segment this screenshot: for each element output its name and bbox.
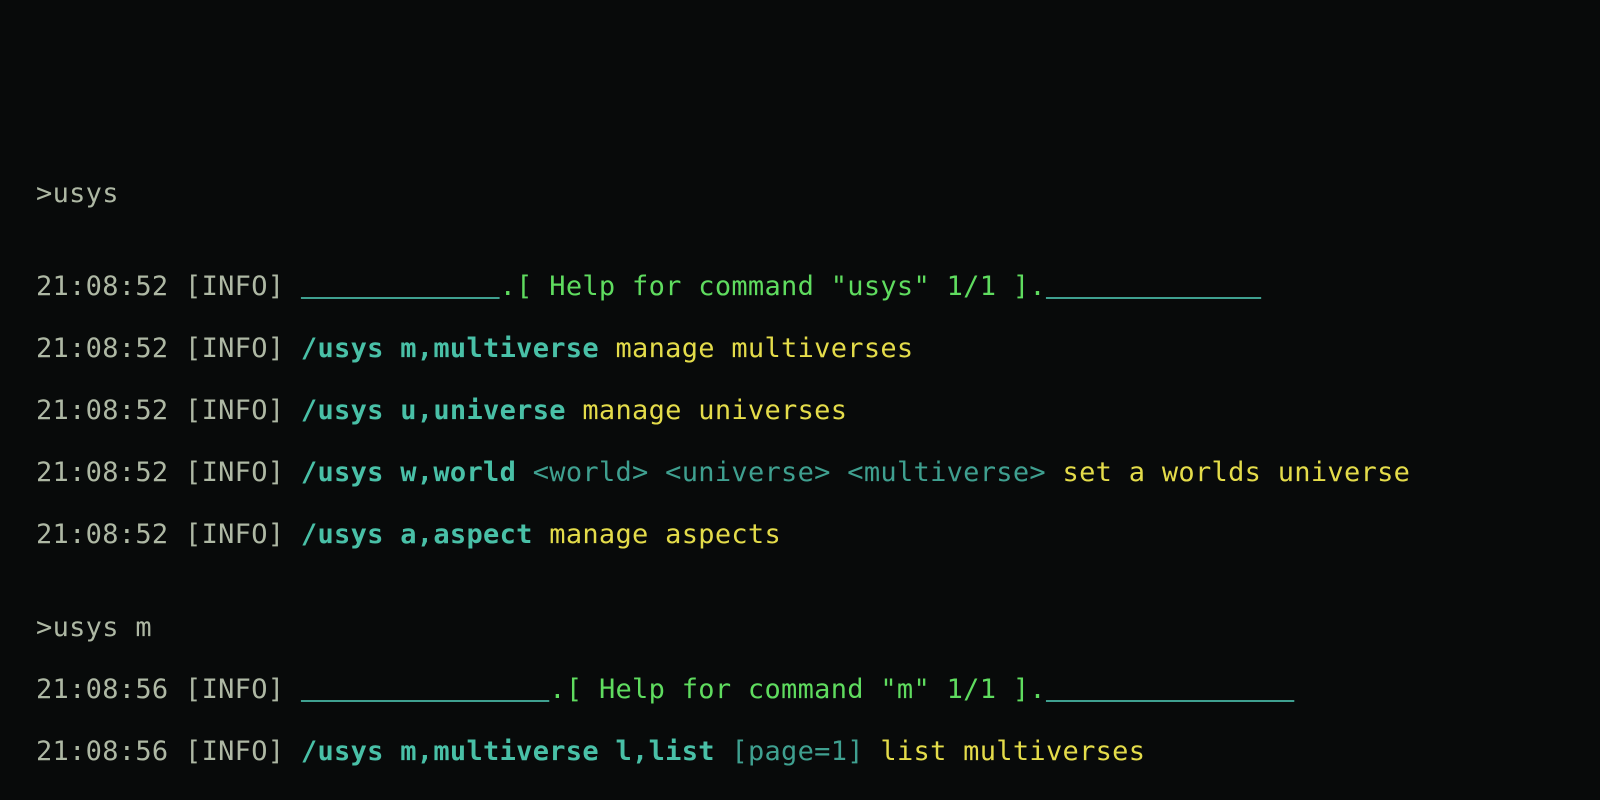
command-path: /usys m,multiverse xyxy=(301,736,599,767)
info-tag: [INFO] xyxy=(185,271,284,302)
log-line: 21:08:56 [INFO] /usys m,multiverse l,lis… xyxy=(36,736,1580,767)
description: list multiverses xyxy=(880,736,1145,767)
command-text: usys xyxy=(53,178,119,209)
command-path: /usys a,aspect xyxy=(301,519,533,550)
arg: <world> xyxy=(533,457,649,488)
log-line: 21:08:52 [INFO] /usys w,world <world> <u… xyxy=(36,457,1580,488)
prompt-char: > xyxy=(36,612,53,643)
description: set a worlds universe xyxy=(1063,457,1411,488)
command-path: /usys u,universe xyxy=(301,395,566,426)
help-header-title: Help for command "usys" 1/1 xyxy=(549,271,996,302)
description: manage multiverses xyxy=(615,333,913,364)
prompt-line[interactable]: >usys m xyxy=(36,612,1580,643)
terminal-output: >usys 21:08:52 [INFO] .[ Help for comman… xyxy=(0,0,1600,800)
description: manage aspects xyxy=(549,519,781,550)
command-path: /usys m,multiverse xyxy=(301,333,599,364)
log-line: 21:08:56 [INFO] .[ Help for command "m" … xyxy=(36,674,1580,705)
timestamp: 21:08:52 xyxy=(36,271,168,302)
log-line: 21:08:52 [INFO] /usys u,universe manage … xyxy=(36,395,1580,426)
arg: [page=1] xyxy=(731,736,863,767)
command-text: usys m xyxy=(53,612,152,643)
log-line: 21:08:52 [INFO] /usys a,aspect manage as… xyxy=(36,519,1580,550)
command-path: /usys w,world xyxy=(301,457,516,488)
log-line: 21:08:52 [INFO] /usys m,multiverse manag… xyxy=(36,333,1580,364)
arg: <multiverse> xyxy=(847,457,1046,488)
arg: <universe> xyxy=(665,457,831,488)
prompt-line[interactable]: >usys xyxy=(36,178,1580,209)
subcommand: l,list xyxy=(615,736,714,767)
help-header-title: Help for command "m" 1/1 xyxy=(599,674,996,705)
prompt-char: > xyxy=(36,178,53,209)
description: manage universes xyxy=(582,395,847,426)
log-line: 21:08:52 [INFO] .[ Help for command "usy… xyxy=(36,271,1580,302)
